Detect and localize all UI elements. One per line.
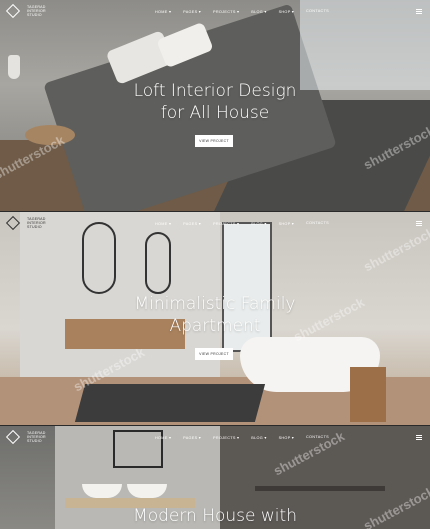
nav-item-projects[interactable]: PROJECTS ▾ xyxy=(213,9,239,14)
main-nav: HOME ▾ PAGES ▾ PROJECTS ▾ BLOG ▾ SHOP ▾ … xyxy=(155,221,329,226)
slide-minimalistic-apartment: TAGERAD INTERIOR STUDIO HOME ▾ PAGES ▾ P… xyxy=(0,212,430,425)
logo-icon[interactable] xyxy=(5,429,21,445)
slide-modern-house: TAGERAD INTERIOR STUDIO HOME ▾ PAGES ▾ P… xyxy=(0,426,430,529)
hamburger-menu-icon[interactable] xyxy=(416,434,422,440)
nav-item-blog[interactable]: BLOG ▾ xyxy=(251,435,266,440)
nav-item-pages[interactable]: PAGES ▾ xyxy=(183,9,201,14)
header-bar: TAGERAD INTERIOR STUDIO HOME ▾ PAGES ▾ P… xyxy=(0,0,430,22)
view-project-button[interactable]: VIEW PROJECT xyxy=(195,348,233,360)
floor-lamp xyxy=(8,55,20,79)
nav-item-shop[interactable]: SHOP ▾ xyxy=(279,9,294,14)
stool xyxy=(350,367,386,422)
hamburger-menu-icon[interactable] xyxy=(416,8,422,14)
logo-icon[interactable] xyxy=(5,215,21,231)
nav-item-contacts[interactable]: CONTACTS xyxy=(306,435,329,440)
nav-item-projects[interactable]: PROJECTS ▾ xyxy=(213,435,239,440)
nav-item-shop[interactable]: SHOP ▾ xyxy=(279,221,294,226)
logo-text[interactable]: TAGERAD INTERIOR STUDIO xyxy=(27,5,71,18)
hero-title: Loft Interior Design for All House xyxy=(133,81,297,123)
rug xyxy=(74,384,266,422)
view-project-button[interactable]: VIEW PROJECT xyxy=(195,135,233,147)
shelf xyxy=(255,486,385,491)
nav-item-home[interactable]: HOME ▾ xyxy=(155,435,171,440)
nav-item-projects[interactable]: PROJECTS ▾ xyxy=(213,221,239,226)
nav-item-contacts[interactable]: CONTACTS xyxy=(306,221,329,226)
mirror xyxy=(145,232,171,294)
main-nav: HOME ▾ PAGES ▾ PROJECTS ▾ BLOG ▾ SHOP ▾ … xyxy=(155,435,329,440)
logo-text[interactable]: TAGERAD INTERIOR STUDIO xyxy=(27,431,71,444)
logo-icon[interactable] xyxy=(5,3,21,19)
hamburger-menu-icon[interactable] xyxy=(416,220,422,226)
header-bar: TAGERAD INTERIOR STUDIO HOME ▾ PAGES ▾ P… xyxy=(0,212,430,234)
nav-item-home[interactable]: HOME ▾ xyxy=(155,9,171,14)
nav-item-contacts[interactable]: CONTACTS xyxy=(306,9,329,14)
header-bar: TAGERAD INTERIOR STUDIO HOME ▾ PAGES ▾ P… xyxy=(0,426,430,448)
side-table xyxy=(25,125,75,145)
nav-item-pages[interactable]: PAGES ▾ xyxy=(183,435,201,440)
nav-item-shop[interactable]: SHOP ▾ xyxy=(279,435,294,440)
nav-item-blog[interactable]: BLOG ▾ xyxy=(251,221,266,226)
nav-item-blog[interactable]: BLOG ▾ xyxy=(251,9,266,14)
nav-item-home[interactable]: HOME ▾ xyxy=(155,221,171,226)
hero-title: Modern House with xyxy=(133,506,297,526)
logo-text[interactable]: TAGERAD INTERIOR STUDIO xyxy=(27,217,71,230)
nav-item-pages[interactable]: PAGES ▾ xyxy=(183,221,201,226)
slide-loft-interior: TAGERAD INTERIOR STUDIO HOME ▾ PAGES ▾ P… xyxy=(0,0,430,211)
main-nav: HOME ▾ PAGES ▾ PROJECTS ▾ BLOG ▾ SHOP ▾ … xyxy=(155,9,329,14)
hero-title: Minimalistic Family Apartment xyxy=(134,294,296,336)
